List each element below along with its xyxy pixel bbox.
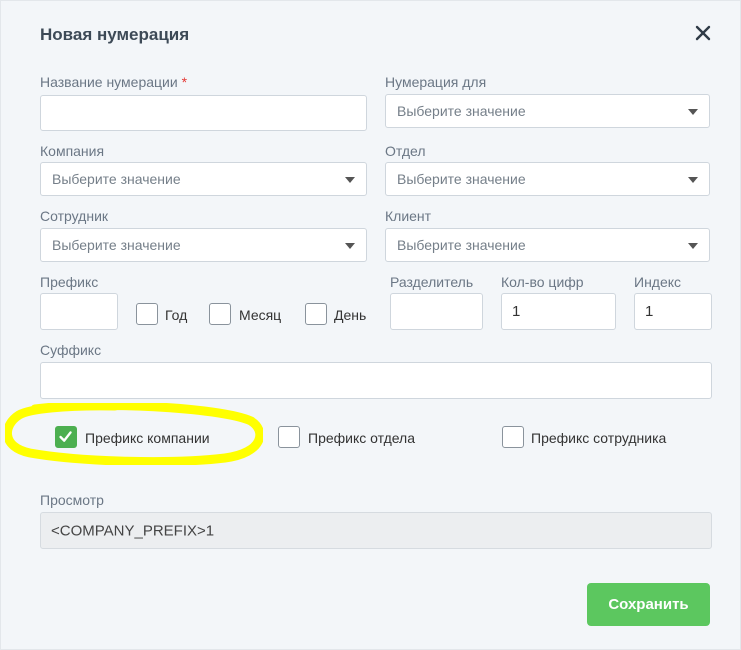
month-checkbox[interactable] — [209, 303, 231, 325]
chevron-down-icon — [688, 243, 698, 249]
company-select[interactable]: Выберите значение — [40, 162, 367, 196]
new-numbering-dialog: Новая нумерация Название нумерации * Нум… — [0, 0, 741, 650]
index-input[interactable] — [635, 294, 711, 329]
prefix-input[interactable] — [41, 294, 117, 329]
client-value: Выберите значение — [397, 237, 526, 253]
employee-value: Выберите значение — [52, 237, 181, 253]
numbering-for-select[interactable]: Выберите значение — [385, 94, 710, 128]
department-label: Отдел — [385, 143, 426, 159]
dialog-title: Новая нумерация — [40, 25, 190, 44]
checkmark-icon — [59, 431, 72, 442]
company-prefix-checkbox[interactable] — [55, 426, 77, 448]
year-checkbox[interactable] — [136, 303, 158, 325]
chevron-down-icon — [688, 109, 698, 115]
separator-label: Разделитель — [390, 274, 474, 290]
name-label: Название нумерации * — [40, 74, 187, 90]
employee-prefix-checkbox[interactable] — [502, 426, 524, 448]
department-prefix-label: Префикс отдела — [308, 430, 416, 446]
chevron-down-icon — [688, 177, 698, 183]
numbering-for-value: Выберите значение — [397, 103, 526, 119]
index-label: Индекс — [634, 274, 682, 290]
index-field[interactable] — [634, 293, 712, 330]
employee-prefix-label: Префикс сотрудника — [531, 430, 667, 446]
numbering-for-label: Нумерация для — [385, 74, 487, 90]
department-prefix-checkbox[interactable] — [278, 426, 300, 448]
client-select[interactable]: Выберите значение — [385, 228, 710, 262]
chevron-down-icon — [345, 177, 355, 183]
close-icon[interactable] — [693, 23, 713, 43]
required-mark: * — [181, 74, 188, 90]
department-value: Выберите значение — [397, 171, 526, 187]
suffix-input[interactable] — [41, 363, 711, 398]
preview-field: <COMPANY_PREFIX>1 — [40, 512, 712, 549]
year-label: Год — [165, 307, 188, 323]
company-prefix-label: Префикс компании — [85, 430, 210, 446]
employee-label: Сотрудник — [40, 208, 109, 224]
company-label: Компания — [40, 143, 105, 159]
preview-value: <COMPANY_PREFIX>1 — [51, 522, 215, 539]
name-field[interactable] — [40, 95, 367, 131]
separator-field[interactable] — [390, 293, 483, 330]
digits-input[interactable] — [502, 294, 615, 329]
suffix-field[interactable] — [40, 362, 712, 399]
digits-field[interactable] — [501, 293, 616, 330]
name-input[interactable] — [41, 96, 366, 130]
day-label: День — [334, 307, 367, 323]
name-label-text: Название нумерации — [40, 74, 178, 90]
department-select[interactable]: Выберите значение — [385, 162, 710, 196]
company-value: Выберите значение — [52, 171, 181, 187]
save-button[interactable]: Сохранить — [587, 583, 710, 626]
prefix-label: Префикс — [40, 274, 99, 290]
chevron-down-icon — [345, 243, 355, 249]
digits-label: Кол-во цифр — [501, 274, 584, 290]
day-checkbox[interactable] — [305, 303, 327, 325]
prefix-field[interactable] — [40, 293, 118, 330]
month-label: Месяц — [239, 307, 282, 323]
client-label: Клиент — [385, 208, 432, 224]
preview-label: Просмотр — [40, 492, 104, 508]
suffix-label: Суффикс — [40, 342, 102, 358]
separator-input[interactable] — [391, 294, 482, 329]
employee-select[interactable]: Выберите значение — [40, 228, 367, 262]
